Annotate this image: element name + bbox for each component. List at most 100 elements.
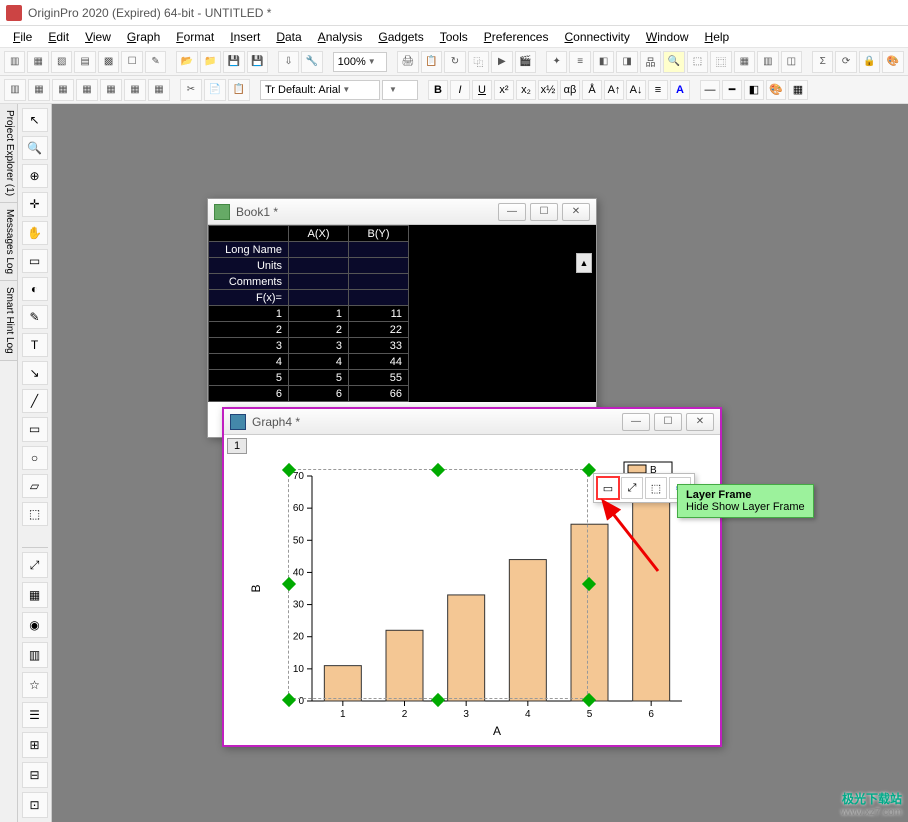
tool4-button[interactable]: 🔍 [663, 51, 684, 73]
book1-titlebar[interactable]: Book1 * — ☐ ✕ [208, 199, 596, 225]
menu-help[interactable]: Help [698, 28, 737, 46]
globe-tool[interactable]: ◉ [22, 612, 48, 638]
row-index[interactable]: 5 [209, 370, 289, 386]
new-graph-button[interactable]: ▤ [74, 51, 95, 73]
open-template-button[interactable]: 📁 [200, 51, 221, 73]
minimize-button[interactable]: — [498, 203, 526, 221]
font-size-combo[interactable]: ▼ [382, 80, 418, 100]
cell[interactable]: 1 [289, 306, 349, 322]
text-tool[interactable]: T [22, 333, 48, 357]
cell[interactable]: 4 [289, 354, 349, 370]
pointer-tool[interactable]: ↖ [22, 108, 48, 132]
paste-button[interactable]: 📋 [228, 79, 250, 101]
col-a-header[interactable]: A(X) [289, 226, 349, 242]
fit-page-button[interactable]: ⬚ [645, 477, 667, 499]
cell[interactable]: 22 [349, 322, 409, 338]
layer6-tool[interactable]: ⊟ [22, 762, 48, 788]
layer7-tool[interactable]: ⊡ [22, 792, 48, 818]
alpha-button[interactable]: αβ [560, 80, 580, 100]
misc-button[interactable]: ▦ [788, 80, 808, 100]
graph4-titlebar[interactable]: Graph4 * — ☐ ✕ [224, 409, 720, 435]
save-template-button[interactable]: 💾 [247, 51, 268, 73]
maximize-button[interactable]: ☐ [530, 203, 558, 221]
menu-graph[interactable]: Graph [120, 28, 167, 46]
supsub-button[interactable]: x½ [538, 80, 558, 100]
menu-insert[interactable]: Insert [223, 28, 267, 46]
row-index[interactable]: 6 [209, 386, 289, 402]
menu-connectivity[interactable]: Connectivity [557, 28, 636, 46]
color-button[interactable]: 🎨 [882, 51, 903, 73]
row-index[interactable]: 4 [209, 354, 289, 370]
palette-button[interactable]: 🎨 [766, 80, 786, 100]
maximize-button[interactable]: ☐ [654, 413, 682, 431]
video-button[interactable]: 🎬 [515, 51, 536, 73]
menu-tools[interactable]: Tools [433, 28, 475, 46]
dec-button[interactable]: A↓ [626, 80, 646, 100]
smart-hint-log-tab[interactable]: Smart Hint Log [0, 281, 17, 361]
sheet1-button[interactable]: ▦ [28, 79, 50, 101]
new-workbook-button[interactable]: ▦ [27, 51, 48, 73]
inc-button[interactable]: A↑ [604, 80, 624, 100]
region2-tool[interactable]: ▱ [22, 474, 48, 498]
cell[interactable] [289, 274, 349, 290]
slideshow-button[interactable]: ▶ [491, 51, 512, 73]
menu-window[interactable]: Window [639, 28, 696, 46]
label-fx[interactable]: F(x)= [209, 290, 289, 306]
sheet2-button[interactable]: ▦ [52, 79, 74, 101]
pan-tool[interactable]: ✋ [22, 221, 48, 245]
arrow-tool[interactable]: ↘ [22, 361, 48, 385]
copy-page-button[interactable]: 📋 [421, 51, 442, 73]
bold-button[interactable]: B [428, 80, 448, 100]
copy-button[interactable]: 📄 [204, 79, 226, 101]
menu-data[interactable]: Data [269, 28, 308, 46]
save-button[interactable]: 💾 [223, 51, 244, 73]
sigma-button[interactable]: Σ [812, 51, 833, 73]
accent-button[interactable]: Å [582, 80, 602, 100]
zoom-tool[interactable]: 🔍 [22, 136, 48, 160]
cut-button[interactable]: ✂ [180, 79, 202, 101]
close-button[interactable]: ✕ [562, 203, 590, 221]
rescale-tool[interactable]: ⤢ [22, 552, 48, 578]
menu-analysis[interactable]: Analysis [311, 28, 370, 46]
new-layout-button[interactable]: ☐ [121, 51, 142, 73]
cell[interactable] [349, 290, 409, 306]
run-button[interactable]: 🔧 [301, 51, 322, 73]
layer2-tool[interactable]: ▥ [22, 642, 48, 668]
project-explorer-tab[interactable]: Project Explorer (1) [0, 104, 17, 203]
lock-button[interactable]: 🔒 [859, 51, 880, 73]
italic-button[interactable]: I [450, 80, 470, 100]
menu-gadgets[interactable]: Gadgets [371, 28, 430, 46]
mask-tool[interactable]: ◐ [22, 277, 48, 301]
sheet3-button[interactable]: ▦ [76, 79, 98, 101]
cell[interactable] [349, 242, 409, 258]
line-tool[interactable]: ╱ [22, 389, 48, 413]
scroll-up-button[interactable]: ▲ [576, 253, 592, 273]
cell[interactable]: 33 [349, 338, 409, 354]
font-combo[interactable]: Tr Default: Arial ▼ [260, 80, 380, 100]
new-matrix-button[interactable]: ▩ [98, 51, 119, 73]
line-width-button[interactable]: ━ [722, 80, 742, 100]
cell[interactable] [289, 242, 349, 258]
minimize-button[interactable]: — [622, 413, 650, 431]
circle-tool[interactable]: ○ [22, 446, 48, 470]
new-project-button[interactable]: ▥ [4, 51, 25, 73]
col-b-header[interactable]: B(Y) [349, 226, 409, 242]
reader-tool[interactable]: ⊕ [22, 164, 48, 188]
worksheet[interactable]: A(X) B(Y) Long Name Units Comments F(x)=… [208, 225, 596, 402]
graph4-window[interactable]: Graph4 * — ☐ ✕ 1 [222, 407, 722, 747]
layer1-tool[interactable]: ▦ [22, 582, 48, 608]
cell[interactable]: 11 [349, 306, 409, 322]
add-cols-button[interactable]: ▥ [4, 79, 26, 101]
cell[interactable]: 2 [289, 322, 349, 338]
import-button[interactable]: ⇩ [278, 51, 299, 73]
tool8-button[interactable]: ▥ [757, 51, 778, 73]
menu-preferences[interactable]: Preferences [477, 28, 556, 46]
tool1-button[interactable]: ◧ [593, 51, 614, 73]
line-style-button[interactable]: — [700, 80, 720, 100]
open-button[interactable]: 📂 [176, 51, 197, 73]
row-index[interactable]: 1 [209, 306, 289, 322]
fill-color-button[interactable]: ◧ [744, 80, 764, 100]
tool2-button[interactable]: ◨ [616, 51, 637, 73]
tool6-button[interactable]: ⿴ [710, 51, 731, 73]
layer-frame-button[interactable]: ▭ [597, 477, 619, 499]
